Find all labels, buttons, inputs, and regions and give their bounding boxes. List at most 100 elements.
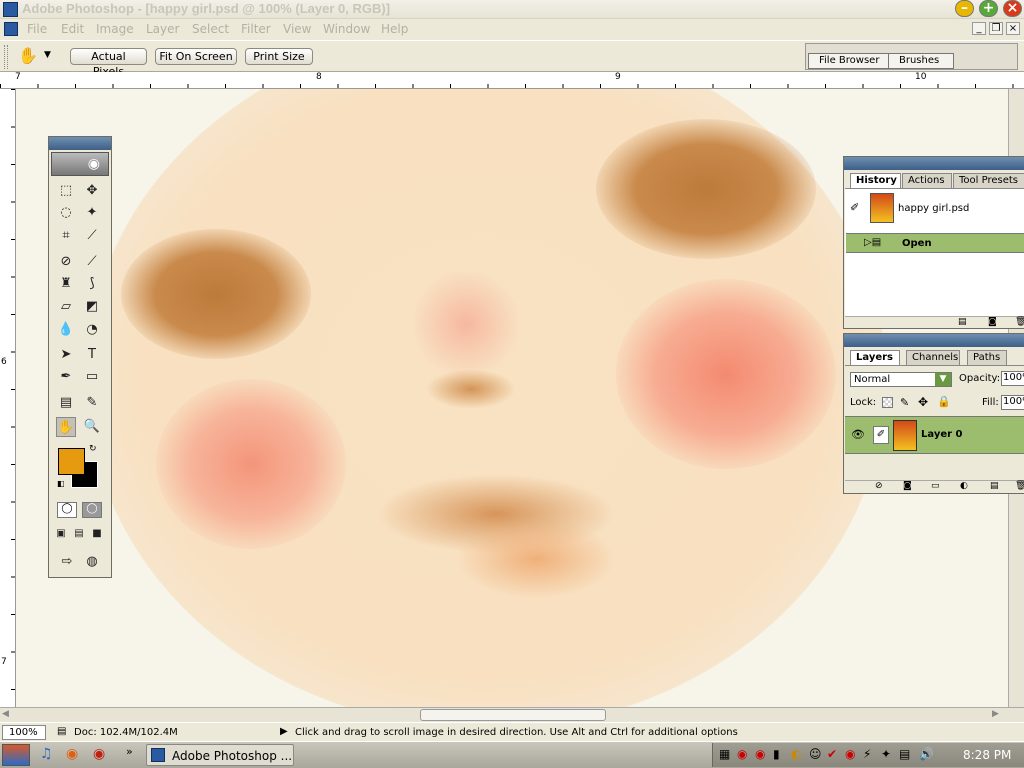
history-brush-tool-icon[interactable]: ⟆: [82, 274, 102, 294]
magic-wand-tool-icon[interactable]: ✦: [82, 203, 102, 223]
brush-icon[interactable]: ✐: [873, 426, 889, 444]
lock-all-icon[interactable]: 🔒: [937, 395, 951, 408]
adjustment-layer-icon[interactable]: ◐: [960, 481, 968, 491]
tray-icon[interactable]: ◐: [791, 747, 801, 761]
type-tool-icon[interactable]: T: [82, 345, 102, 365]
zoom-tool-icon[interactable]: 🔍: [82, 417, 102, 437]
snapshot-label[interactable]: happy girl.psd: [898, 203, 969, 214]
full-screen-mode-icon[interactable]: ■: [89, 526, 105, 542]
chevron-right-icon[interactable]: »: [126, 745, 133, 758]
healing-brush-tool-icon[interactable]: ⊘: [56, 252, 76, 272]
layer-name[interactable]: Layer 0: [921, 429, 962, 440]
menu-file[interactable]: File: [27, 22, 47, 36]
jump-to-imageready-icon[interactable]: ⇨: [57, 552, 77, 572]
horizontal-scroll-thumb[interactable]: [420, 709, 606, 721]
slice-tool-icon[interactable]: ⟋: [82, 226, 102, 246]
file-browser-tab[interactable]: File Browser: [808, 53, 890, 69]
opacity-input[interactable]: 100%: [1001, 371, 1024, 386]
menu-image[interactable]: Image: [96, 22, 134, 36]
adobe-online-icon[interactable]: ◉: [51, 152, 109, 176]
dodge-tool-icon[interactable]: ◔: [82, 320, 102, 340]
clone-stamp-tool-icon[interactable]: ♜: [56, 274, 76, 294]
shape-tool-icon[interactable]: ▭: [82, 367, 102, 387]
new-snapshot-icon[interactable]: ◙: [988, 317, 997, 327]
history-state-open[interactable]: ▷▤ Open: [846, 233, 1024, 253]
tray-icon[interactable]: ✔: [827, 747, 837, 761]
new-set-icon[interactable]: ▭: [931, 481, 940, 491]
eye-icon[interactable]: 👁: [851, 428, 865, 441]
standard-screen-mode-icon[interactable]: ▣: [53, 526, 69, 542]
lock-position-icon[interactable]: ✥: [918, 395, 928, 409]
tab-paths[interactable]: Paths: [967, 350, 1007, 365]
delete-state-icon[interactable]: 🗑: [1015, 317, 1024, 327]
notes-tool-icon[interactable]: ▤: [56, 393, 76, 413]
new-document-icon[interactable]: ▤: [958, 317, 967, 327]
imageready-icon[interactable]: ◍: [82, 552, 102, 572]
snapshot-brush-icon[interactable]: ✐: [850, 201, 859, 214]
new-layer-icon[interactable]: ▤: [990, 481, 999, 491]
volume-icon[interactable]: 🔊: [919, 747, 934, 761]
menu-window[interactable]: Window: [323, 22, 370, 36]
paint-bucket-tool-icon[interactable]: ◩: [82, 297, 102, 317]
default-colors-icon[interactable]: ◧: [57, 479, 65, 488]
tray-icon[interactable]: ⚡: [863, 747, 871, 761]
add-mask-icon[interactable]: ◙: [903, 481, 912, 491]
hand-tool-preset-icon[interactable]: ✋: [18, 46, 38, 65]
doc-close-button[interactable]: ×: [1006, 22, 1020, 35]
menu-layer[interactable]: Layer: [146, 22, 179, 36]
quicklaunch-browser-icon[interactable]: ◉: [93, 746, 105, 762]
quicklaunch-media-icon[interactable]: ♫: [40, 746, 53, 762]
chevron-down-icon[interactable]: ▼: [44, 50, 51, 60]
menu-edit[interactable]: Edit: [61, 22, 84, 36]
tab-channels[interactable]: Channels: [906, 350, 960, 365]
tray-icon[interactable]: ◉: [845, 747, 855, 761]
menu-help[interactable]: Help: [381, 22, 408, 36]
maximize-button[interactable]: +: [979, 0, 998, 17]
minimize-button[interactable]: –: [955, 0, 974, 17]
swap-colors-icon[interactable]: ↻: [89, 444, 97, 454]
scroll-left-arrow[interactable]: ◀: [2, 709, 9, 719]
toolbox-title-bar[interactable]: [49, 137, 111, 150]
menu-filter[interactable]: Filter: [241, 22, 271, 36]
history-panel-title-bar[interactable]: [844, 157, 1024, 170]
tab-history[interactable]: History: [850, 173, 901, 188]
zoom-field[interactable]: 100%: [2, 725, 46, 740]
eyedropper-tool-icon[interactable]: ✎: [82, 393, 102, 413]
horizontal-scrollbar[interactable]: ◀ ▶: [0, 707, 1024, 722]
play-arrow-icon[interactable]: ▶: [280, 726, 288, 737]
print-size-button[interactable]: Print Size: [245, 48, 313, 65]
tray-icon[interactable]: ◉: [755, 747, 765, 761]
doc-restore-button[interactable]: ❐: [989, 22, 1003, 35]
fit-on-screen-button[interactable]: Fit On Screen: [155, 48, 237, 65]
move-tool-icon[interactable]: ✥: [82, 181, 102, 201]
delete-layer-icon[interactable]: 🗑: [1015, 481, 1024, 491]
layer-style-icon[interactable]: ⊘: [875, 481, 883, 491]
actual-pixels-button[interactable]: Actual Pixels: [70, 48, 147, 78]
doc-minimize-button[interactable]: _: [972, 22, 986, 35]
lock-transparency-icon[interactable]: [882, 397, 893, 408]
scroll-right-arrow[interactable]: ▶: [992, 709, 999, 719]
menu-view[interactable]: View: [283, 22, 311, 36]
tab-tool-presets[interactable]: Tool Presets: [953, 173, 1024, 188]
layers-panel-title-bar[interactable]: [844, 334, 1024, 347]
close-button[interactable]: ×: [1003, 0, 1022, 17]
grip-handle[interactable]: [4, 45, 8, 69]
marquee-tool-icon[interactable]: ⬚: [56, 181, 76, 201]
full-screen-menu-mode-icon[interactable]: ▤: [71, 526, 87, 542]
chevron-down-icon[interactable]: ▼: [935, 373, 951, 386]
menu-select[interactable]: Select: [192, 22, 229, 36]
pen-tool-icon[interactable]: ✒: [56, 367, 76, 387]
blend-mode-select[interactable]: Normal ▼: [850, 372, 952, 387]
tray-icon[interactable]: ☺: [809, 747, 822, 761]
tab-layers[interactable]: Layers: [850, 350, 900, 365]
quicklaunch-firefox-icon[interactable]: ◉: [66, 746, 78, 762]
tray-icon[interactable]: ▦: [719, 747, 730, 761]
lock-pixels-icon[interactable]: ✎: [900, 396, 909, 409]
eraser-tool-icon[interactable]: ▱: [56, 297, 76, 317]
brush-tool-icon[interactable]: ⟋: [82, 252, 102, 272]
fill-input[interactable]: 100%: [1001, 395, 1024, 410]
start-button[interactable]: [2, 744, 30, 766]
layer-row[interactable]: 👁 ✐ Layer 0: [845, 416, 1024, 454]
quick-mask-mode-icon[interactable]: ◯: [82, 502, 102, 518]
document-info-icon[interactable]: ▤: [57, 726, 66, 737]
